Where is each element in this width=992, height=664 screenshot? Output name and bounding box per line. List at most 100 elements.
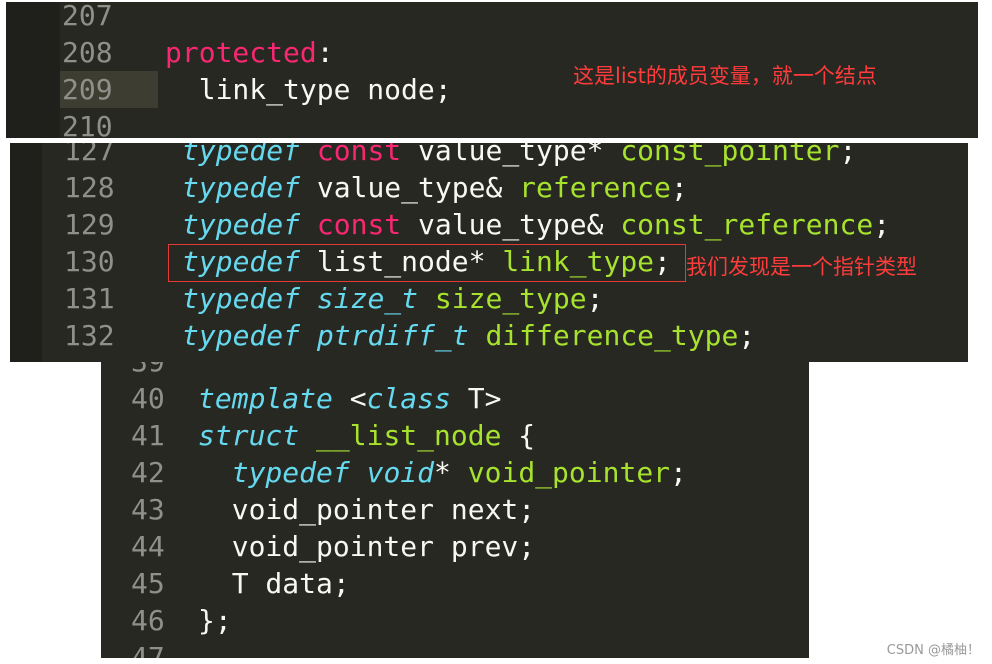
line-number: 207 xyxy=(62,2,113,32)
code-line: 42 typedef void* void_pointer; xyxy=(101,454,809,491)
line-number: 43 xyxy=(131,493,165,526)
code-line: 131 typedef size_t size_type; xyxy=(10,280,968,317)
code-text: }; xyxy=(198,602,232,639)
line-number: 127 xyxy=(64,143,115,167)
code-line: 129 typedef const value_type& const_refer… xyxy=(10,206,968,243)
code-text: link_type node; xyxy=(165,71,452,108)
code-line: 39 xyxy=(101,362,809,380)
code-text: typedef ptrdiff_t difference_type; xyxy=(182,317,755,354)
code-token: difference_type xyxy=(485,319,739,352)
code-panel-list-node-struct: 39 40 template <class T> 41 struct __list_no… xyxy=(101,362,809,658)
code-token: value_type& xyxy=(300,171,520,204)
line-number: 128 xyxy=(64,171,115,204)
code-line: 210 xyxy=(6,108,978,138)
code-token: typedef xyxy=(182,171,301,204)
line-number: 40 xyxy=(131,382,165,415)
code-line: 207 xyxy=(6,2,978,34)
code-token: template xyxy=(198,382,333,415)
code-token: typedef xyxy=(182,208,301,241)
line-number: 42 xyxy=(131,456,165,489)
code-token: const xyxy=(316,208,402,241)
code-token: void_pointer next; xyxy=(198,493,536,526)
highlight-box-link-type xyxy=(168,244,686,282)
code-panel-protected-member: 207 208 protected: 209 link_type node; 210 这是… xyxy=(6,2,978,138)
code-text: protected: xyxy=(165,34,334,71)
code-text: typedef size_t size_type; xyxy=(182,280,603,317)
code-panel-typedefs: 127 typedef const value_type* const_point… xyxy=(10,143,968,362)
code-line: 47 xyxy=(101,639,809,658)
code-token: ; xyxy=(873,208,891,241)
line-number: 47 xyxy=(131,641,165,658)
code-token: class xyxy=(366,382,451,415)
code-token: size_t xyxy=(316,282,419,315)
code-token: const xyxy=(316,143,402,167)
code-token: size_type xyxy=(434,282,587,315)
code-token: ptrdiff_t xyxy=(316,319,469,352)
code-token: typedef xyxy=(231,456,350,489)
line-number: 41 xyxy=(131,419,165,452)
code-token: protected xyxy=(165,36,317,69)
code-token: value_type* xyxy=(401,143,621,167)
code-token: typedef xyxy=(182,143,301,167)
line-number: 45 xyxy=(131,567,165,600)
code-token: ; xyxy=(670,171,688,204)
code-token: const_pointer xyxy=(620,143,840,167)
code-text: void_pointer prev; xyxy=(198,528,535,565)
code-line: 127 typedef const value_type* const_point… xyxy=(10,143,968,169)
line-number: 209 xyxy=(62,73,113,106)
line-number: 208 xyxy=(62,36,113,69)
line-number: 129 xyxy=(64,208,115,241)
code-text: typedef void* void_pointer; xyxy=(198,454,687,491)
code-text: typedef const value_type& const_referenc… xyxy=(182,206,890,243)
code-token: }; xyxy=(198,604,232,637)
code-line: 46}; xyxy=(101,602,809,639)
annotation-pointer-type: 我们发现是一个指针类型 xyxy=(686,255,917,279)
code-token: __list_node xyxy=(316,419,502,452)
code-token: ; xyxy=(670,456,687,489)
code-token: ; xyxy=(586,282,604,315)
code-line: 44 void_pointer prev; xyxy=(101,528,809,565)
code-token: typedef xyxy=(182,282,301,315)
code-line: 45 T data; xyxy=(101,565,809,602)
code-text: struct __list_node { xyxy=(198,417,535,454)
code-line: 132 typedef ptrdiff_t difference_type; xyxy=(10,317,968,354)
line-number: 131 xyxy=(64,282,115,315)
code-token: ; xyxy=(839,143,857,167)
code-token: value_type& xyxy=(401,208,621,241)
code-text: template <class T> xyxy=(198,380,501,417)
code-line: 40 template <class T> xyxy=(101,380,809,417)
code-line: 43 void_pointer next; xyxy=(101,491,809,528)
code-token: { xyxy=(501,419,536,452)
line-number: 46 xyxy=(131,604,165,637)
code-text: typedef const value_type* const_pointer; xyxy=(182,143,856,169)
line-number: 39 xyxy=(131,362,165,380)
line-number: 210 xyxy=(62,110,113,138)
watermark: CSDN @橘柚！ xyxy=(886,643,980,658)
line-number: 44 xyxy=(131,530,165,563)
code-token: void xyxy=(366,456,435,489)
code-token: const_reference xyxy=(620,208,874,241)
code-token: T data; xyxy=(198,567,350,600)
code-token: < xyxy=(332,382,367,415)
line-number: 132 xyxy=(64,319,115,352)
code-token: link_type node; xyxy=(165,73,452,106)
line-number: 130 xyxy=(64,245,115,278)
code-token: void_pointer xyxy=(467,456,671,489)
code-token: struct xyxy=(198,419,300,452)
code-token: reference xyxy=(519,171,671,204)
code-token: void_pointer prev; xyxy=(198,530,536,563)
code-token: * xyxy=(434,456,468,489)
code-token: : xyxy=(316,36,334,69)
code-token: T> xyxy=(450,382,502,415)
code-line: 41 struct __list_node { xyxy=(101,417,809,454)
code-token: ; xyxy=(738,319,756,352)
